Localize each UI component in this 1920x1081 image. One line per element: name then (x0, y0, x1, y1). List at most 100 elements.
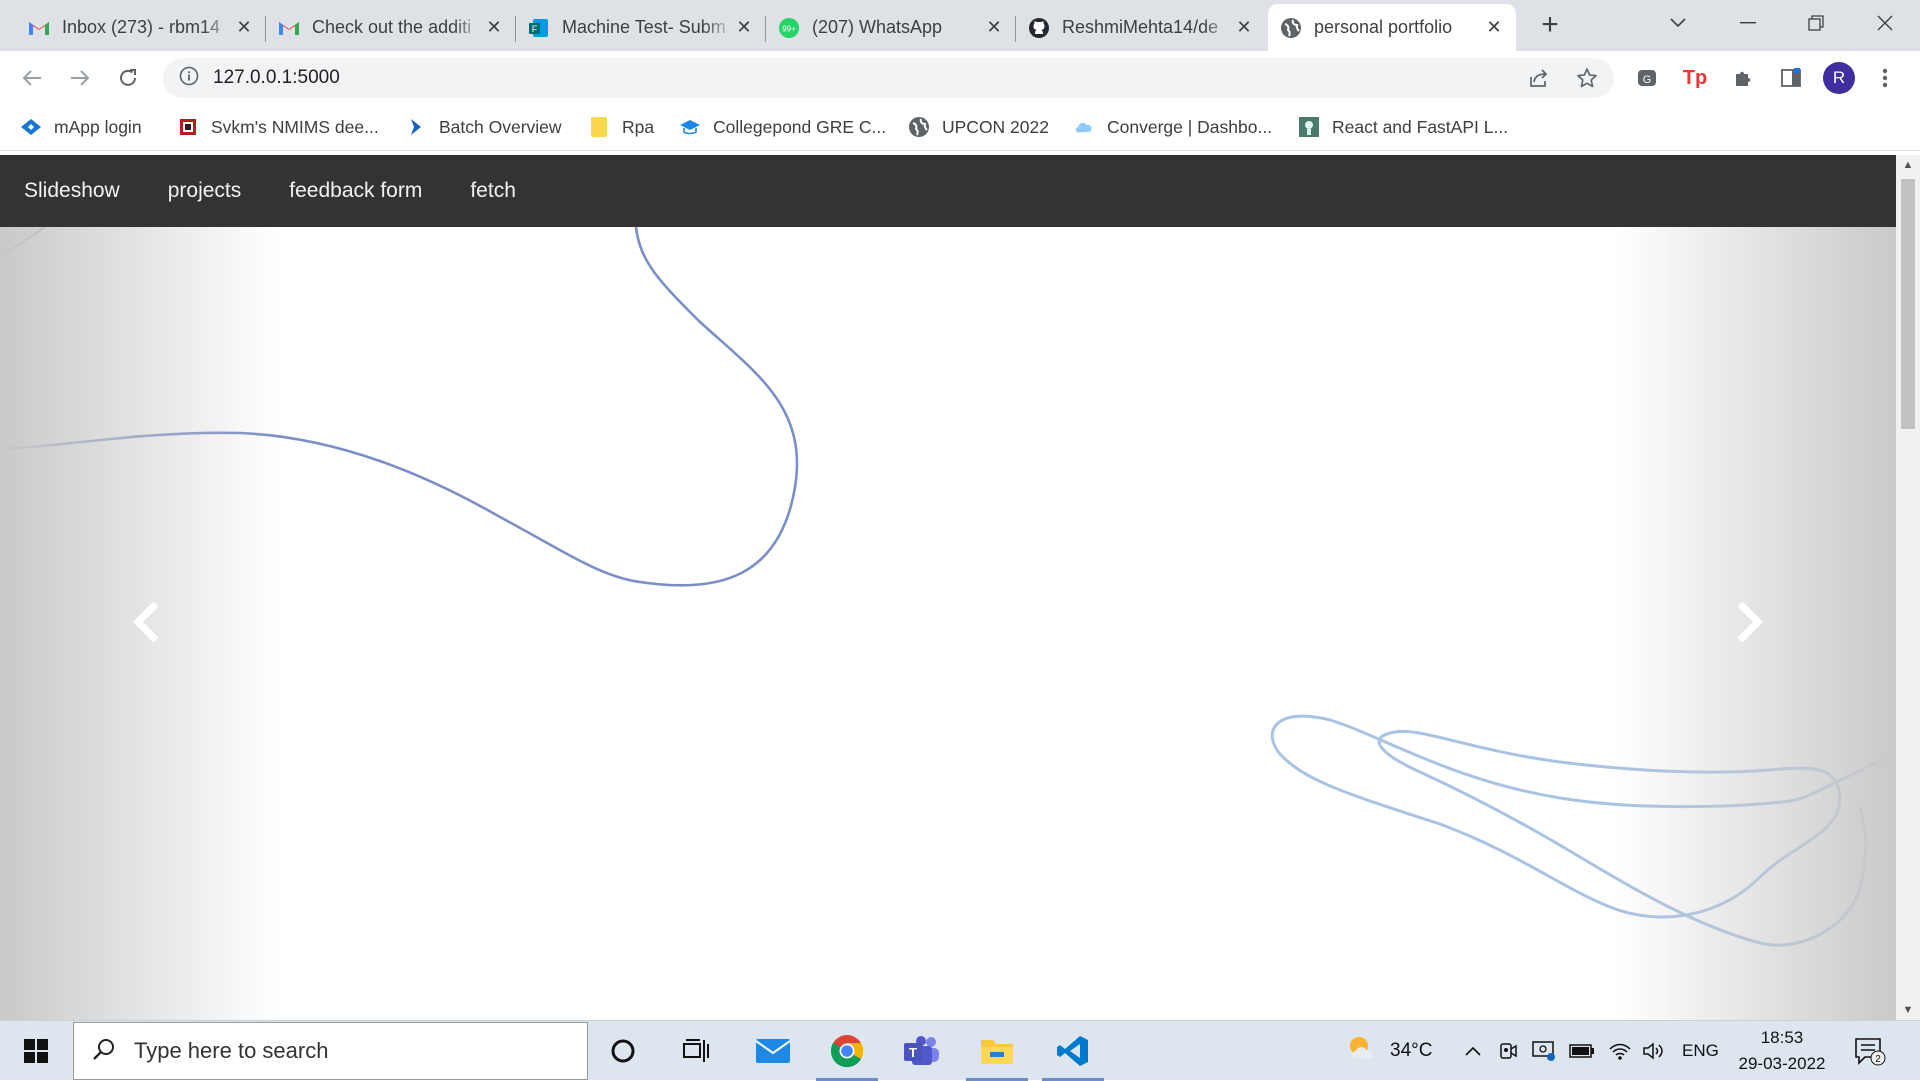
bookmark-label: UPCON 2022 (942, 116, 1049, 137)
weather-temperature: 34°C (1390, 1040, 1433, 1061)
tab-whatsapp[interactable]: 99+ (207) WhatsApp ✕ (766, 4, 1016, 51)
windows-start-icon[interactable] (0, 1021, 72, 1081)
show-hidden-icons-chevron-icon[interactable] (1464, 1021, 1482, 1081)
bookmark-label: Converge | Dashbo... (1107, 116, 1273, 137)
close-icon[interactable]: ✕ (734, 17, 754, 38)
language-indicator[interactable]: ENG (1682, 1021, 1719, 1081)
nav-link-feedback-form[interactable]: feedback form (265, 155, 446, 227)
whatsapp-icon: 99+ (778, 17, 800, 39)
new-tab-button[interactable]: + (1535, 8, 1565, 41)
clock-date: 29-03-2022 (1738, 1054, 1826, 1073)
tab-search-icon[interactable] (1658, 8, 1698, 38)
battery-icon[interactable] (1569, 1021, 1595, 1081)
taskbar-search-box[interactable]: Type here to search (73, 1022, 588, 1080)
extensions-puzzle-icon[interactable] (1728, 63, 1758, 93)
bookmark-batch-overview[interactable]: Batch Overview (405, 112, 562, 142)
chrome-app-icon[interactable] (816, 1021, 878, 1081)
wifi-icon[interactable] (1608, 1021, 1632, 1081)
task-view-icon[interactable] (665, 1021, 727, 1081)
svg-text:G: G (1643, 74, 1652, 86)
url-text: 127.0.0.1:5000 (213, 67, 340, 88)
share-icon[interactable] (1524, 63, 1554, 93)
bookmark-label: Collegepond GRE C... (713, 116, 887, 137)
weather-widget[interactable]: 34°C (1346, 1021, 1432, 1081)
close-window-icon[interactable] (1865, 8, 1905, 38)
bookmark-rpa-folder[interactable]: Rpa (588, 112, 654, 142)
web-page: Slideshow projects feedback form fetch (0, 155, 1896, 1020)
tab-title: Inbox (273) - rbm14 (62, 17, 221, 37)
slide-image (0, 227, 1896, 947)
graduation-cap-icon (679, 116, 701, 138)
bookmark-label: Batch Overview (439, 116, 562, 137)
cloud-icon (1073, 116, 1095, 138)
taskbar-clock[interactable]: 18:53 29-03-2022 (1717, 1025, 1847, 1077)
prev-slide-chevron-icon[interactable] (118, 592, 178, 652)
svkm-icon (177, 116, 199, 138)
globe-icon (1280, 17, 1302, 39)
meet-now-icon[interactable] (1498, 1021, 1518, 1081)
close-icon[interactable]: ✕ (234, 17, 254, 38)
extension-grammar-icon[interactable]: G (1632, 63, 1662, 93)
forms-icon: F (528, 17, 550, 39)
menu-kebab-icon[interactable] (1870, 63, 1900, 93)
bookmark-label: Svkm's NMIMS dee... (211, 116, 379, 137)
scroll-up-icon[interactable]: ▲ (1896, 155, 1920, 175)
bookmark-mapp-login[interactable]: mApp login (20, 112, 142, 142)
bookmark-converge[interactable]: Converge | Dashbo... (1073, 112, 1272, 142)
bookmark-svkm[interactable]: Svkm's NMIMS dee... (177, 112, 379, 142)
address-bar[interactable]: 127.0.0.1:5000 (163, 58, 1614, 98)
globe-icon (908, 116, 930, 138)
reload-icon[interactable] (112, 62, 144, 94)
nav-link-fetch[interactable]: fetch (446, 155, 540, 227)
scroll-thumb[interactable] (1901, 179, 1915, 429)
tab-machine-test[interactable]: F Machine Test- Subm ✕ (516, 4, 766, 51)
tab-additional[interactable]: Check out the additi ✕ (266, 4, 516, 51)
scroll-down-icon[interactable]: ▼ (1896, 1000, 1920, 1020)
info-icon[interactable] (179, 66, 199, 91)
file-explorer-icon[interactable] (966, 1021, 1028, 1081)
volume-icon[interactable] (1642, 1021, 1666, 1081)
side-panel-icon[interactable] (1776, 63, 1806, 93)
nav-link-slideshow[interactable]: Slideshow (0, 155, 144, 227)
vscode-app-icon[interactable] (1042, 1021, 1104, 1081)
close-icon[interactable]: ✕ (484, 17, 504, 38)
restore-icon[interactable] (1796, 8, 1836, 38)
tab-personal-portfolio[interactable]: personal portfolio ✕ (1268, 4, 1516, 51)
back-icon[interactable] (16, 62, 48, 94)
tab-github[interactable]: ReshmiMehta14/de ✕ (1016, 4, 1266, 51)
close-icon[interactable]: ✕ (1234, 17, 1254, 38)
forward-icon[interactable] (64, 62, 96, 94)
minimize-icon[interactable] (1728, 8, 1768, 38)
tab-strip: Inbox (273) - rbm14 ✕ Check out the addi… (0, 0, 1920, 51)
site-navbar: Slideshow projects feedback form fetch (0, 155, 1896, 227)
bookmark-upcon[interactable]: UPCON 2022 (908, 112, 1049, 142)
search-icon (92, 1037, 116, 1066)
weather-partly-sunny-icon (1346, 1034, 1380, 1068)
svg-text:T: T (909, 1045, 917, 1060)
avatar-initial: R (1823, 62, 1855, 94)
display-icon[interactable] (1532, 1021, 1556, 1081)
tab-inbox[interactable]: Inbox (273) - rbm14 ✕ (16, 4, 266, 51)
mail-app-icon[interactable] (742, 1021, 804, 1081)
language-label: ENG (1682, 1041, 1719, 1060)
browser-toolbar: 127.0.0.1:5000 G Tp R (0, 51, 1920, 104)
notification-center-icon[interactable]: 2 (1850, 1033, 1890, 1069)
profile-avatar[interactable]: R (1822, 61, 1856, 95)
close-icon[interactable]: ✕ (1484, 17, 1504, 38)
bookmark-collegepond[interactable]: Collegepond GRE C... (679, 112, 886, 142)
bookmark-page-icon (1298, 116, 1320, 138)
bookmark-react-fastapi[interactable]: React and FastAPI L... (1298, 112, 1508, 142)
svg-text:99+: 99+ (782, 24, 796, 33)
tab-title: (207) WhatsApp (812, 17, 943, 37)
tab-title: ReshmiMehta14/de (1062, 17, 1219, 37)
nav-link-projects[interactable]: projects (144, 155, 266, 227)
close-icon[interactable]: ✕ (984, 17, 1004, 38)
page-scrollbar[interactable]: ▲ ▼ (1896, 155, 1920, 1020)
bookmark-star-icon[interactable] (1572, 63, 1602, 93)
teams-app-icon[interactable]: T (891, 1021, 953, 1081)
cortana-icon[interactable] (592, 1021, 654, 1081)
extension-tp-icon[interactable]: Tp (1680, 63, 1710, 93)
svg-text:F: F (532, 24, 538, 34)
tab-title: Machine Test- Subm (562, 17, 726, 37)
next-slide-chevron-icon[interactable] (1718, 592, 1778, 652)
